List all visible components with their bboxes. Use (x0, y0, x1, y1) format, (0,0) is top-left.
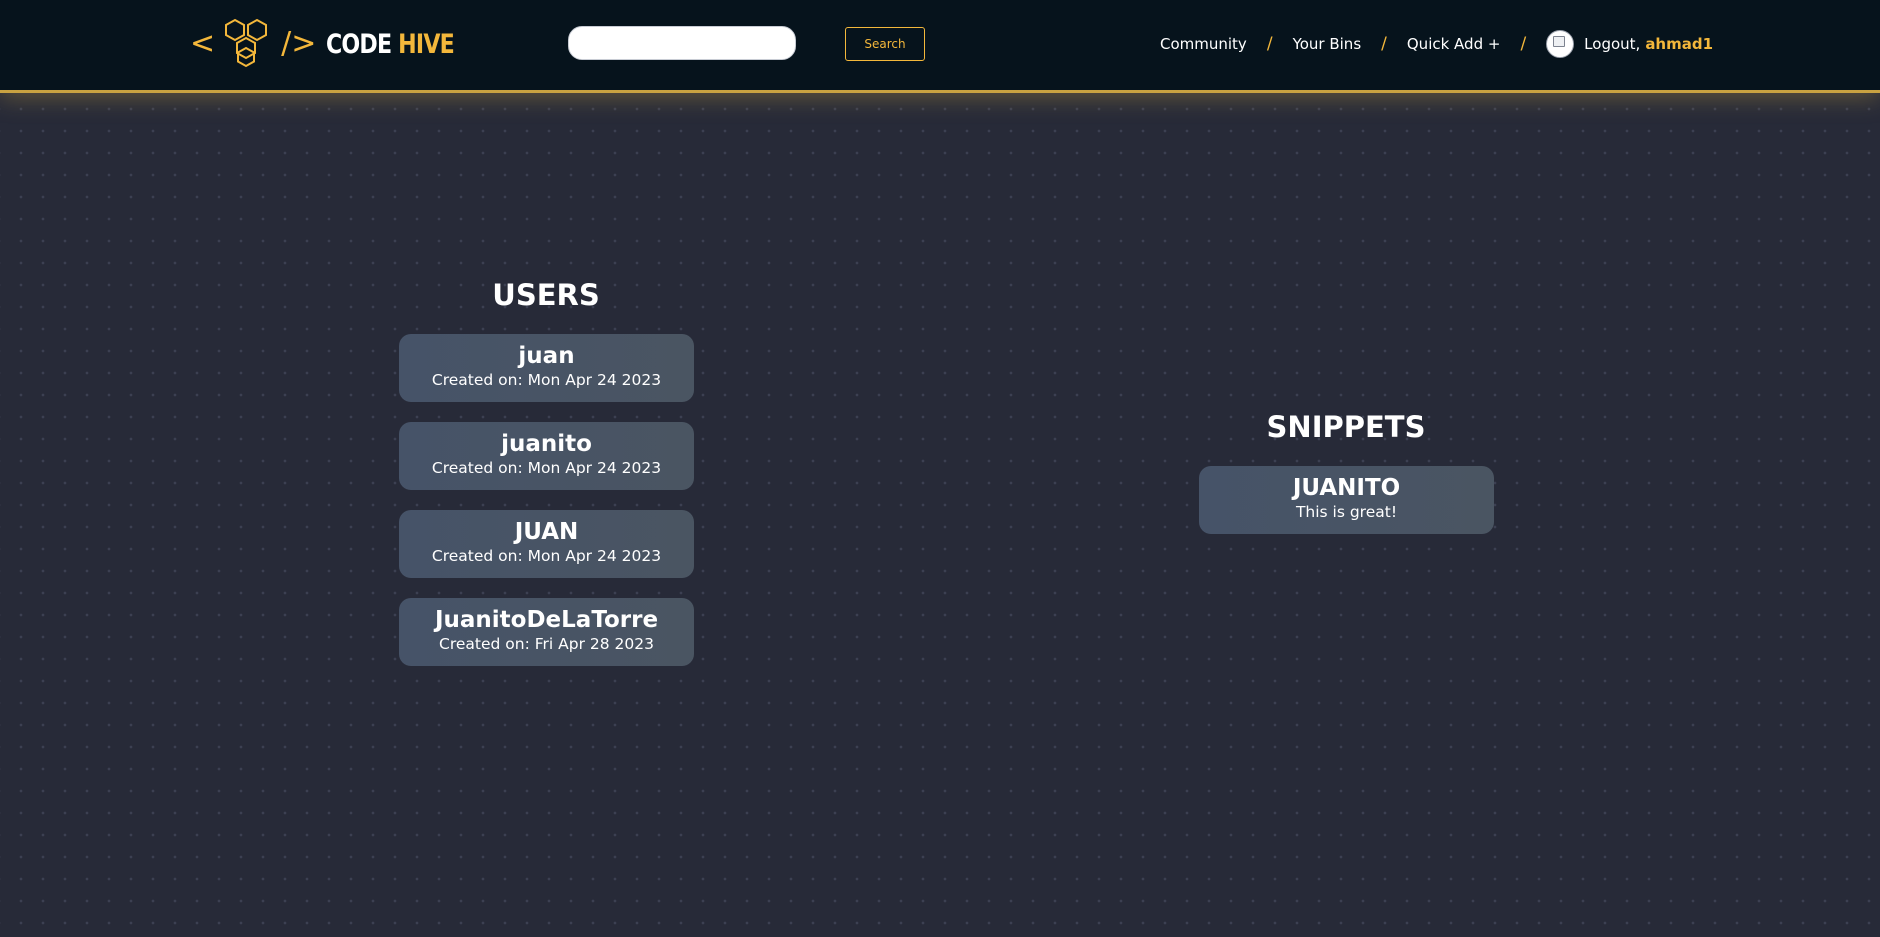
navbar: < /> CODE HIVE Search Community / Your B… (0, 0, 1880, 90)
logo-word-code: CODE (326, 28, 392, 60)
search-input[interactable] (568, 26, 796, 60)
honeycomb-icon (225, 18, 268, 68)
logo-open-bracket: < (190, 26, 216, 61)
user-created-date: Created on: Mon Apr 24 2023 (431, 371, 662, 389)
site-logo[interactable]: < /> CODE HIVE (190, 18, 482, 70)
user-name: JuanitoDeLaTorre (434, 607, 659, 633)
logout-link[interactable]: Logout, (1584, 35, 1640, 53)
nav-separator: / (1520, 34, 1527, 54)
user-card[interactable]: JUAN Created on: Mon Apr 24 2023 (399, 510, 694, 578)
snippet-card[interactable]: JUANITO This is great! (1199, 466, 1494, 534)
user-card[interactable]: JuanitoDeLaTorre Created on: Fri Apr 28 … (399, 598, 694, 666)
nav-community-link[interactable]: Community (1160, 35, 1247, 53)
current-username: ahmad1 (1645, 35, 1714, 53)
nav-separator: / (1381, 34, 1387, 54)
users-heading: USERS (492, 278, 600, 312)
user-name: juanito (501, 431, 592, 457)
user-name: JUAN (514, 519, 579, 545)
user-created-date: Created on: Fri Apr 28 2023 (439, 635, 654, 653)
user-created-date: Created on: Mon Apr 24 2023 (431, 459, 662, 477)
user-created-date: Created on: Mon Apr 24 2023 (431, 547, 662, 565)
user-card[interactable]: juanito Created on: Mon Apr 24 2023 (399, 422, 694, 490)
search-button[interactable]: Search (845, 27, 925, 61)
snippet-name: JUANITO (1292, 475, 1401, 501)
broken-image-avatar-icon[interactable] (1546, 30, 1575, 58)
user-card[interactable]: juan Created on: Mon Apr 24 2023 (399, 334, 694, 402)
user-name: juan (518, 343, 575, 369)
nav-your-bins-link[interactable]: Your Bins (1293, 35, 1362, 53)
snippet-description: This is great! (1295, 503, 1398, 521)
logo-close-bracket: /> (281, 26, 317, 61)
nav-quick-add-link[interactable]: Quick Add + (1407, 35, 1501, 53)
logo-word-hive: HIVE (398, 28, 456, 60)
snippets-heading: SNIPPETS (1266, 410, 1426, 444)
nav-links: Community / Your Bins / Quick Add + / Lo… (1160, 26, 1713, 62)
logo-wordmark: CODE HIVE (326, 28, 456, 60)
nav-separator: / (1266, 34, 1273, 54)
